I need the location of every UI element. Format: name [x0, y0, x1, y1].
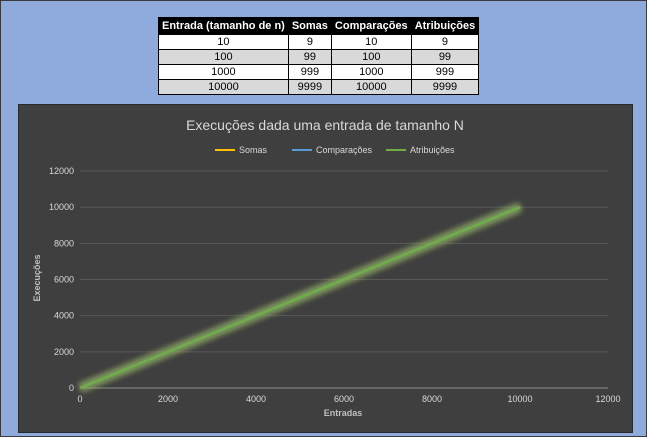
line-chart: Execuções dada uma entrada de tamanho N … [32, 117, 621, 418]
table-cell: 999 [410, 64, 480, 80]
legend-label: Somas [239, 145, 268, 155]
chart-panel[interactable]: Execuções dada uma entrada de tamanho N … [18, 104, 633, 433]
table-cell: 1000 [158, 64, 289, 80]
table-header-cell: Atribuições [410, 17, 480, 35]
chart-legend: Somas Comparações Atribuições [215, 145, 455, 155]
table-cell: 100 [158, 49, 289, 65]
table-header-row: Entrada (tamanho de n) Somas Comparações… [158, 17, 480, 35]
table-cell: 10 [158, 34, 289, 50]
y-tick-label: 0 [69, 383, 74, 393]
table-cell: 10 [330, 34, 412, 50]
table-row: 100 99 100 99 [158, 49, 480, 65]
y-tick-label: 10000 [49, 202, 74, 212]
x-tick-label: 6000 [334, 394, 354, 404]
table-header-cell: Entrada (tamanho de n) [158, 17, 289, 35]
table-row: 10000 9999 10000 9999 [158, 79, 480, 95]
table-row: 1000 999 1000 999 [158, 64, 480, 80]
legend-label: Atribuições [410, 145, 455, 155]
y-tick-label: 12000 [49, 166, 74, 176]
series-line [80, 206, 521, 389]
legend-label: Comparações [316, 145, 373, 155]
table-cell: 10000 [158, 79, 289, 95]
table-cell: 1000 [330, 64, 412, 80]
table-cell: 99 [287, 49, 332, 65]
data-table: Entrada (tamanho de n) Somas Comparações… [158, 17, 480, 95]
table-header-cell: Somas [287, 17, 332, 35]
table-cell: 9 [410, 34, 480, 50]
table-cell: 999 [287, 64, 332, 80]
table-cell: 10000 [330, 79, 412, 95]
y-axis-ticks: 0 2000 4000 6000 8000 10000 12000 [49, 166, 74, 393]
y-tick-label: 6000 [54, 275, 74, 285]
worksheet-canvas: Entrada (tamanho de n) Somas Comparações… [0, 0, 647, 437]
chart-title: Execuções dada uma entrada de tamanho N [186, 117, 464, 133]
table-cell: 100 [330, 49, 412, 65]
x-axis-ticks: 0 2000 4000 6000 8000 10000 12000 [77, 394, 620, 404]
table-cell: 9999 [287, 79, 332, 95]
table-cell: 9999 [410, 79, 480, 95]
table-cell: 99 [410, 49, 480, 65]
y-tick-label: 8000 [54, 238, 74, 248]
y-tick-label: 4000 [54, 311, 74, 321]
x-tick-label: 10000 [507, 394, 532, 404]
x-tick-label: 8000 [422, 394, 442, 404]
y-tick-label: 2000 [54, 347, 74, 357]
table-cell: 9 [287, 34, 332, 50]
table-header-cell: Comparações [330, 17, 412, 35]
y-axis-label: Execuções [32, 254, 42, 301]
table-row: 10 9 10 9 [158, 34, 480, 50]
chart-series [78, 203, 522, 392]
x-tick-label: 12000 [595, 394, 620, 404]
x-tick-label: 4000 [246, 394, 266, 404]
x-tick-label: 2000 [158, 394, 178, 404]
x-axis-label: Entradas [324, 408, 363, 418]
x-tick-label: 0 [77, 394, 82, 404]
